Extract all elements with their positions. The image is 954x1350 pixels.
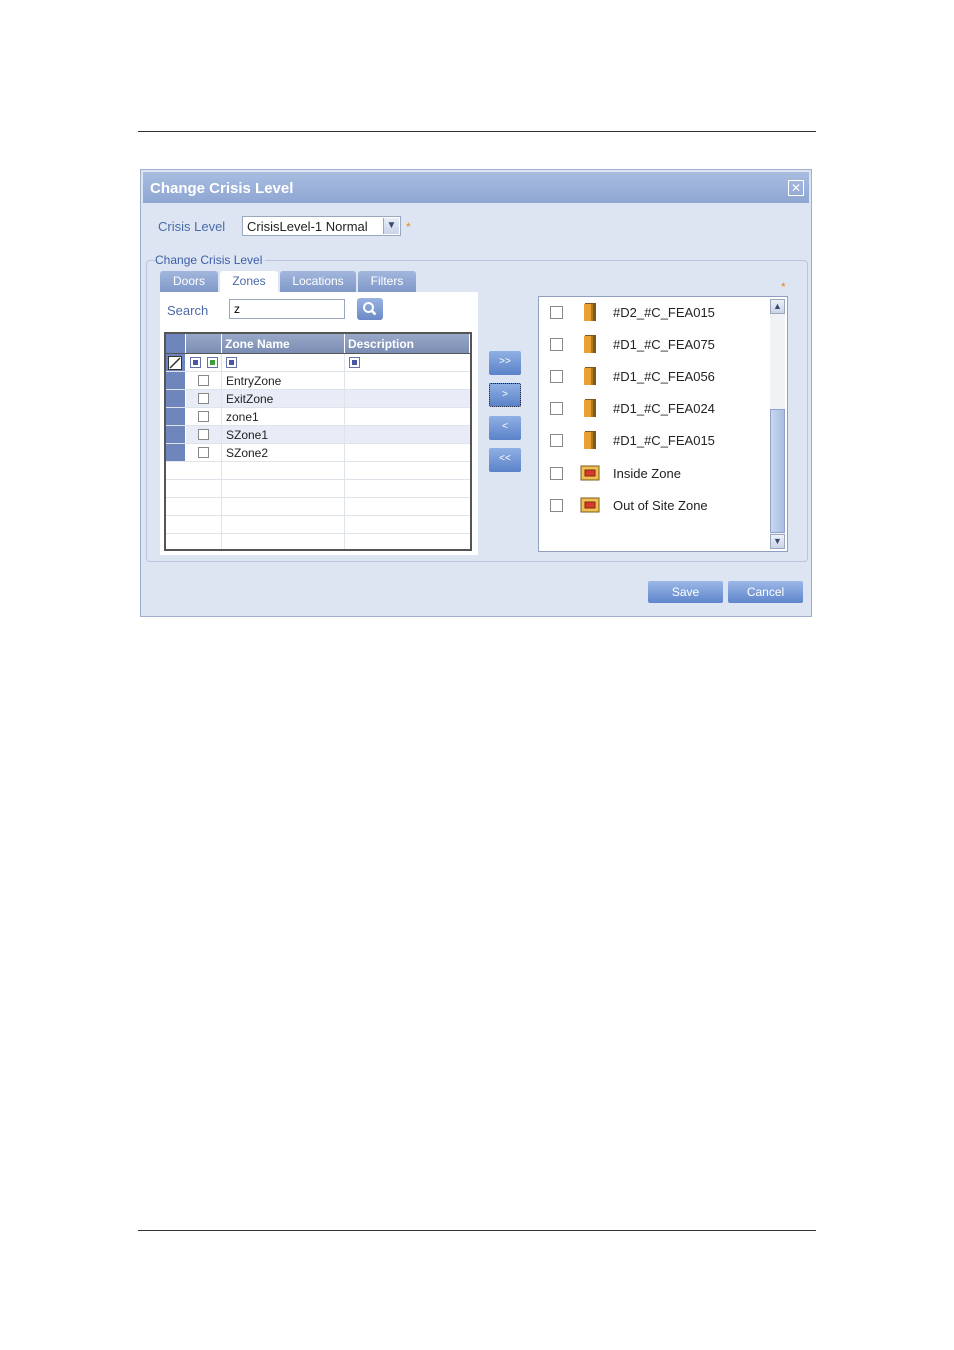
tab-filters[interactable]: Filters (358, 271, 416, 292)
door-icon (584, 335, 596, 353)
column-header-description[interactable]: Description (345, 334, 470, 353)
crisis-level-value: CrisisLevel-1 Normal (247, 219, 368, 234)
zones-grid: Zone Name Description EntryZone ExitZone… (164, 332, 472, 551)
dialog-title: Change Crisis Level (150, 180, 294, 197)
item-checkbox[interactable] (550, 402, 563, 415)
remove-selected-button[interactable]: < (489, 416, 521, 440)
item-checkbox[interactable] (550, 338, 563, 351)
add-selected-button[interactable]: > (489, 383, 521, 407)
item-label: Out of Site Zone (613, 498, 708, 513)
page-header-rule (138, 131, 816, 132)
table-row[interactable]: zone1 (166, 408, 470, 426)
filter-toggle-icon[interactable] (207, 357, 218, 368)
selected-items-list: #D2_#C_FEA015 #D1_#C_FEA075 #D1_#C_FEA05… (538, 296, 788, 552)
item-label: #D2_#C_FEA015 (613, 305, 715, 320)
item-checkbox[interactable] (550, 434, 563, 447)
list-item[interactable]: #D1_#C_FEA015 (539, 429, 767, 451)
save-button[interactable]: Save (648, 581, 723, 603)
item-label: #D1_#C_FEA056 (613, 369, 715, 384)
empty-row (166, 534, 470, 549)
item-label: #D1_#C_FEA015 (613, 433, 715, 448)
zone-icon (580, 497, 600, 513)
available-items-panel: Search Zone Name Description (160, 292, 478, 555)
list-item[interactable]: #D2_#C_FEA015 (539, 301, 767, 323)
zone-name-cell: SZone2 (226, 446, 269, 460)
zone-icon (580, 465, 600, 481)
row-checkbox[interactable] (198, 411, 209, 422)
item-label: #D1_#C_FEA024 (613, 401, 715, 416)
search-button[interactable] (357, 298, 383, 320)
change-crisis-level-dialog: Change Crisis Level ✕ Crisis Level Crisi… (140, 169, 812, 617)
table-row[interactable]: SZone2 (166, 444, 470, 462)
row-checkbox[interactable] (198, 447, 209, 458)
group-legend: Change Crisis Level (155, 253, 266, 267)
row-checkbox[interactable] (198, 393, 209, 404)
remove-all-button[interactable]: << (489, 448, 521, 472)
scroll-down-icon[interactable]: ▼ (770, 534, 785, 549)
empty-row (166, 480, 470, 498)
column-header-zone-name[interactable]: Zone Name (222, 334, 345, 353)
row-checkbox[interactable] (198, 429, 209, 440)
clear-filter-icon[interactable] (168, 356, 182, 370)
table-row[interactable]: EntryZone (166, 372, 470, 390)
table-row[interactable]: ExitZone (166, 390, 470, 408)
door-icon (584, 431, 596, 449)
list-item[interactable]: #D1_#C_FEA075 (539, 333, 767, 355)
item-label: #D1_#C_FEA075 (613, 337, 715, 352)
zone-name-cell: ExitZone (226, 392, 274, 406)
tab-doors[interactable]: Doors (160, 271, 218, 292)
item-checkbox[interactable] (550, 467, 563, 480)
empty-row (166, 462, 470, 480)
table-row[interactable]: SZone1 (166, 426, 470, 444)
list-item[interactable]: #D1_#C_FEA024 (539, 397, 767, 419)
scroll-up-icon[interactable]: ▲ (770, 299, 785, 314)
chevron-down-icon[interactable]: ▼ (383, 218, 399, 234)
door-icon (584, 367, 596, 385)
grid-filter-row (166, 354, 470, 372)
zone-name-cell: SZone1 (226, 428, 269, 442)
list-item[interactable]: Out of Site Zone (539, 494, 767, 516)
page-footer-rule (138, 1230, 816, 1231)
search-icon (363, 302, 377, 316)
empty-row (166, 516, 470, 534)
required-marker: * (406, 220, 411, 234)
search-label: Search (167, 303, 209, 318)
door-icon (584, 399, 596, 417)
cancel-button[interactable]: Cancel (728, 581, 803, 603)
row-checkbox[interactable] (198, 375, 209, 386)
crisis-level-select[interactable]: CrisisLevel-1 Normal ▼ (242, 216, 401, 236)
search-input[interactable] (229, 299, 345, 319)
list-item[interactable]: #D1_#C_FEA056 (539, 365, 767, 387)
filter-toggle-icon[interactable] (349, 357, 360, 368)
vertical-scrollbar[interactable]: ▲ ▼ (770, 299, 785, 549)
dialog-title-bar[interactable]: Change Crisis Level ✕ (143, 172, 809, 203)
grid-header-row: Zone Name Description (166, 334, 470, 354)
crisis-level-label: Crisis Level (158, 219, 226, 234)
zone-name-cell: EntryZone (226, 374, 282, 388)
required-marker: * (781, 280, 786, 294)
tab-locations[interactable]: Locations (280, 271, 356, 292)
scrollbar-thumb[interactable] (770, 409, 785, 533)
filter-toggle-icon[interactable] (190, 357, 201, 368)
list-item[interactable]: Inside Zone (539, 462, 767, 484)
item-checkbox[interactable] (550, 370, 563, 383)
item-checkbox[interactable] (550, 306, 563, 319)
item-checkbox[interactable] (550, 499, 563, 512)
door-icon (584, 303, 596, 321)
empty-row (166, 498, 470, 516)
filter-toggle-icon[interactable] (226, 357, 237, 368)
item-label: Inside Zone (613, 466, 681, 481)
close-icon[interactable]: ✕ (788, 180, 804, 196)
zone-name-cell: zone1 (226, 410, 259, 424)
tab-zones[interactable]: Zones (220, 271, 278, 294)
add-all-button[interactable]: >> (489, 351, 521, 375)
